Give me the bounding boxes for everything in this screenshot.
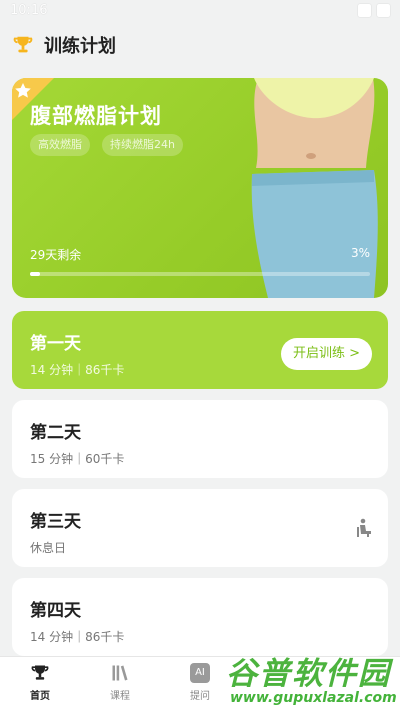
status-bar: 10:16 bbox=[0, 0, 400, 24]
resting-person-icon bbox=[357, 518, 371, 537]
books-icon bbox=[112, 665, 128, 681]
plan-tag: 高效燃脂 bbox=[30, 134, 90, 156]
plan-banner[interactable]: 腹部燃脂计划 高效燃脂 持续燃脂24h 29天剩余 3% bbox=[12, 78, 388, 298]
day-card-2[interactable]: 第二天 15 分钟｜60千卡 bbox=[12, 400, 388, 478]
start-training-button[interactable]: 开启训练 > bbox=[280, 338, 372, 370]
plan-tag: 持续燃脂24h bbox=[102, 134, 183, 156]
status-icons bbox=[358, 4, 390, 17]
rest-day-label: 休息日 bbox=[30, 541, 67, 555]
trophy-icon bbox=[13, 36, 33, 53]
page-title: 训练计划 bbox=[44, 36, 116, 57]
day-card-4[interactable]: 第四天 14 分钟｜86千卡 bbox=[12, 578, 388, 656]
tab-label: 课程 bbox=[110, 691, 130, 702]
tab-label: 首页 bbox=[30, 691, 50, 702]
plan-title: 腹部燃脂计划 bbox=[30, 104, 162, 128]
day-title: 第三天 bbox=[30, 512, 81, 532]
day-title: 第二天 bbox=[30, 423, 81, 443]
progress-percent: 3% bbox=[350, 246, 370, 260]
day-duration-calories: 14 分钟｜86千卡 bbox=[30, 630, 125, 644]
watermark-url: www.gupuxlazal.com bbox=[230, 690, 397, 706]
day-duration-calories: 14 分钟｜86千卡 bbox=[30, 363, 125, 377]
day-card-1[interactable]: 第一天 14 分钟｜86千卡 开启训练 > bbox=[12, 311, 388, 389]
days-remaining: 29天剩余 bbox=[30, 248, 82, 262]
trophy-icon bbox=[31, 665, 49, 680]
wifi-icon bbox=[358, 4, 371, 17]
tab-home[interactable]: 首页 bbox=[10, 663, 70, 702]
ai-icon: AI bbox=[190, 663, 210, 683]
progress-fill bbox=[30, 272, 41, 276]
page-header: 训练计划 bbox=[12, 30, 116, 60]
progress-bar bbox=[30, 272, 370, 276]
day-title: 第四天 bbox=[30, 601, 81, 621]
tab-courses[interactable]: 课程 bbox=[90, 663, 150, 702]
watermark-logo-text: 谷普软件园 bbox=[226, 656, 391, 692]
day-card-3[interactable]: 第三天 休息日 bbox=[12, 489, 388, 567]
day-duration-calories: 15 分钟｜60千卡 bbox=[30, 452, 125, 466]
fitness-model-image bbox=[251, 78, 378, 298]
status-time: 10:16 bbox=[10, 3, 48, 18]
watermark: 谷普软件园 www.gupuxlazal.com bbox=[218, 646, 400, 712]
battery-icon bbox=[377, 4, 390, 17]
day-title: 第一天 bbox=[30, 334, 81, 354]
